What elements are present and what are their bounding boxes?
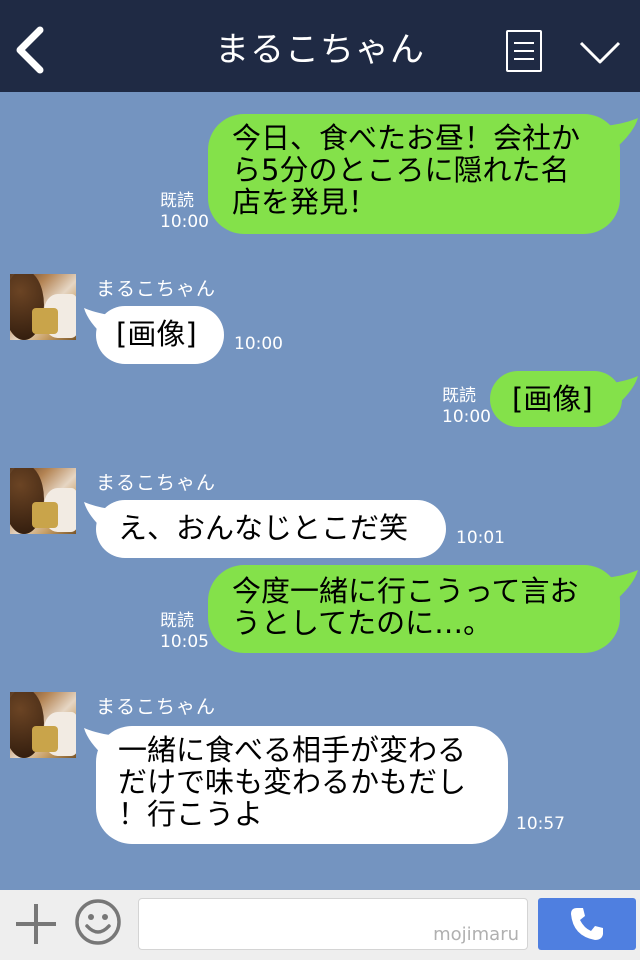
phone-icon bbox=[571, 908, 603, 940]
smile-icon[interactable] bbox=[74, 898, 122, 946]
read-receipt: 既読 10:00 bbox=[442, 386, 491, 427]
chat-header: まるこちゃん bbox=[0, 0, 640, 92]
message-time: 10:57 bbox=[516, 814, 565, 834]
avatar[interactable] bbox=[10, 274, 76, 340]
chat-area[interactable]: 既読 10:00 今日、食べたお昼！会社か ら5分のところに隠れた名 店を発見！ … bbox=[0, 92, 640, 890]
watermark: mojimaru bbox=[433, 924, 519, 945]
avatar[interactable] bbox=[10, 468, 76, 534]
avatar[interactable] bbox=[10, 692, 76, 758]
bubble-tail bbox=[604, 118, 638, 148]
read-receipt: 既読 10:05 bbox=[160, 611, 209, 652]
message-input[interactable]: mojimaru bbox=[138, 898, 528, 950]
bubble-tail bbox=[604, 376, 638, 406]
message-bubble-received[interactable]: [画像] bbox=[96, 306, 224, 364]
sender-name: まるこちゃん bbox=[96, 696, 217, 718]
sender-name: まるこちゃん bbox=[96, 472, 217, 494]
list-icon[interactable] bbox=[506, 30, 542, 72]
sender-name: まるこちゃん bbox=[96, 278, 217, 300]
read-receipt: 既読 10:00 bbox=[160, 191, 209, 232]
message-bubble-sent[interactable]: 今度一緒に行こうって言お うとしてたのに…。 bbox=[208, 565, 620, 653]
message-bubble-sent[interactable]: 今日、食べたお昼！会社か ら5分のところに隠れた名 店を発見！ bbox=[208, 114, 620, 234]
chevron-down-icon[interactable] bbox=[578, 38, 622, 68]
call-button[interactable] bbox=[538, 898, 636, 950]
message-time: 10:01 bbox=[456, 528, 505, 548]
message-bubble-sent[interactable]: [画像] bbox=[490, 371, 622, 427]
message-time: 10:00 bbox=[234, 334, 283, 354]
message-bubble-received[interactable]: え、おんなじとこだ笑 bbox=[96, 500, 446, 558]
chat-title: まるこちゃん bbox=[215, 30, 425, 70]
plus-icon[interactable] bbox=[14, 898, 58, 948]
bubble-tail bbox=[604, 570, 638, 600]
message-bubble-received[interactable]: 一緒に食べる相手が変わる だけで味も変わるかもだし ！行こうよ bbox=[96, 726, 508, 844]
